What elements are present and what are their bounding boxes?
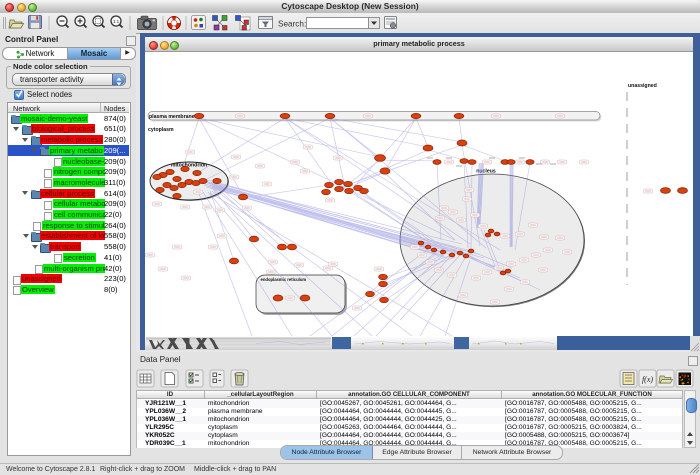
svg-text:cytoplasm: cytoplasm xyxy=(148,127,174,133)
svg-text:f(x): f(x) xyxy=(642,375,653,384)
svg-text:unassigned: unassigned xyxy=(628,83,657,89)
svg-text:1:1: 1:1 xyxy=(113,19,120,24)
svg-text:Search:: Search: xyxy=(278,20,306,29)
svg-text:plasma membrane: plasma membrane xyxy=(149,114,195,120)
